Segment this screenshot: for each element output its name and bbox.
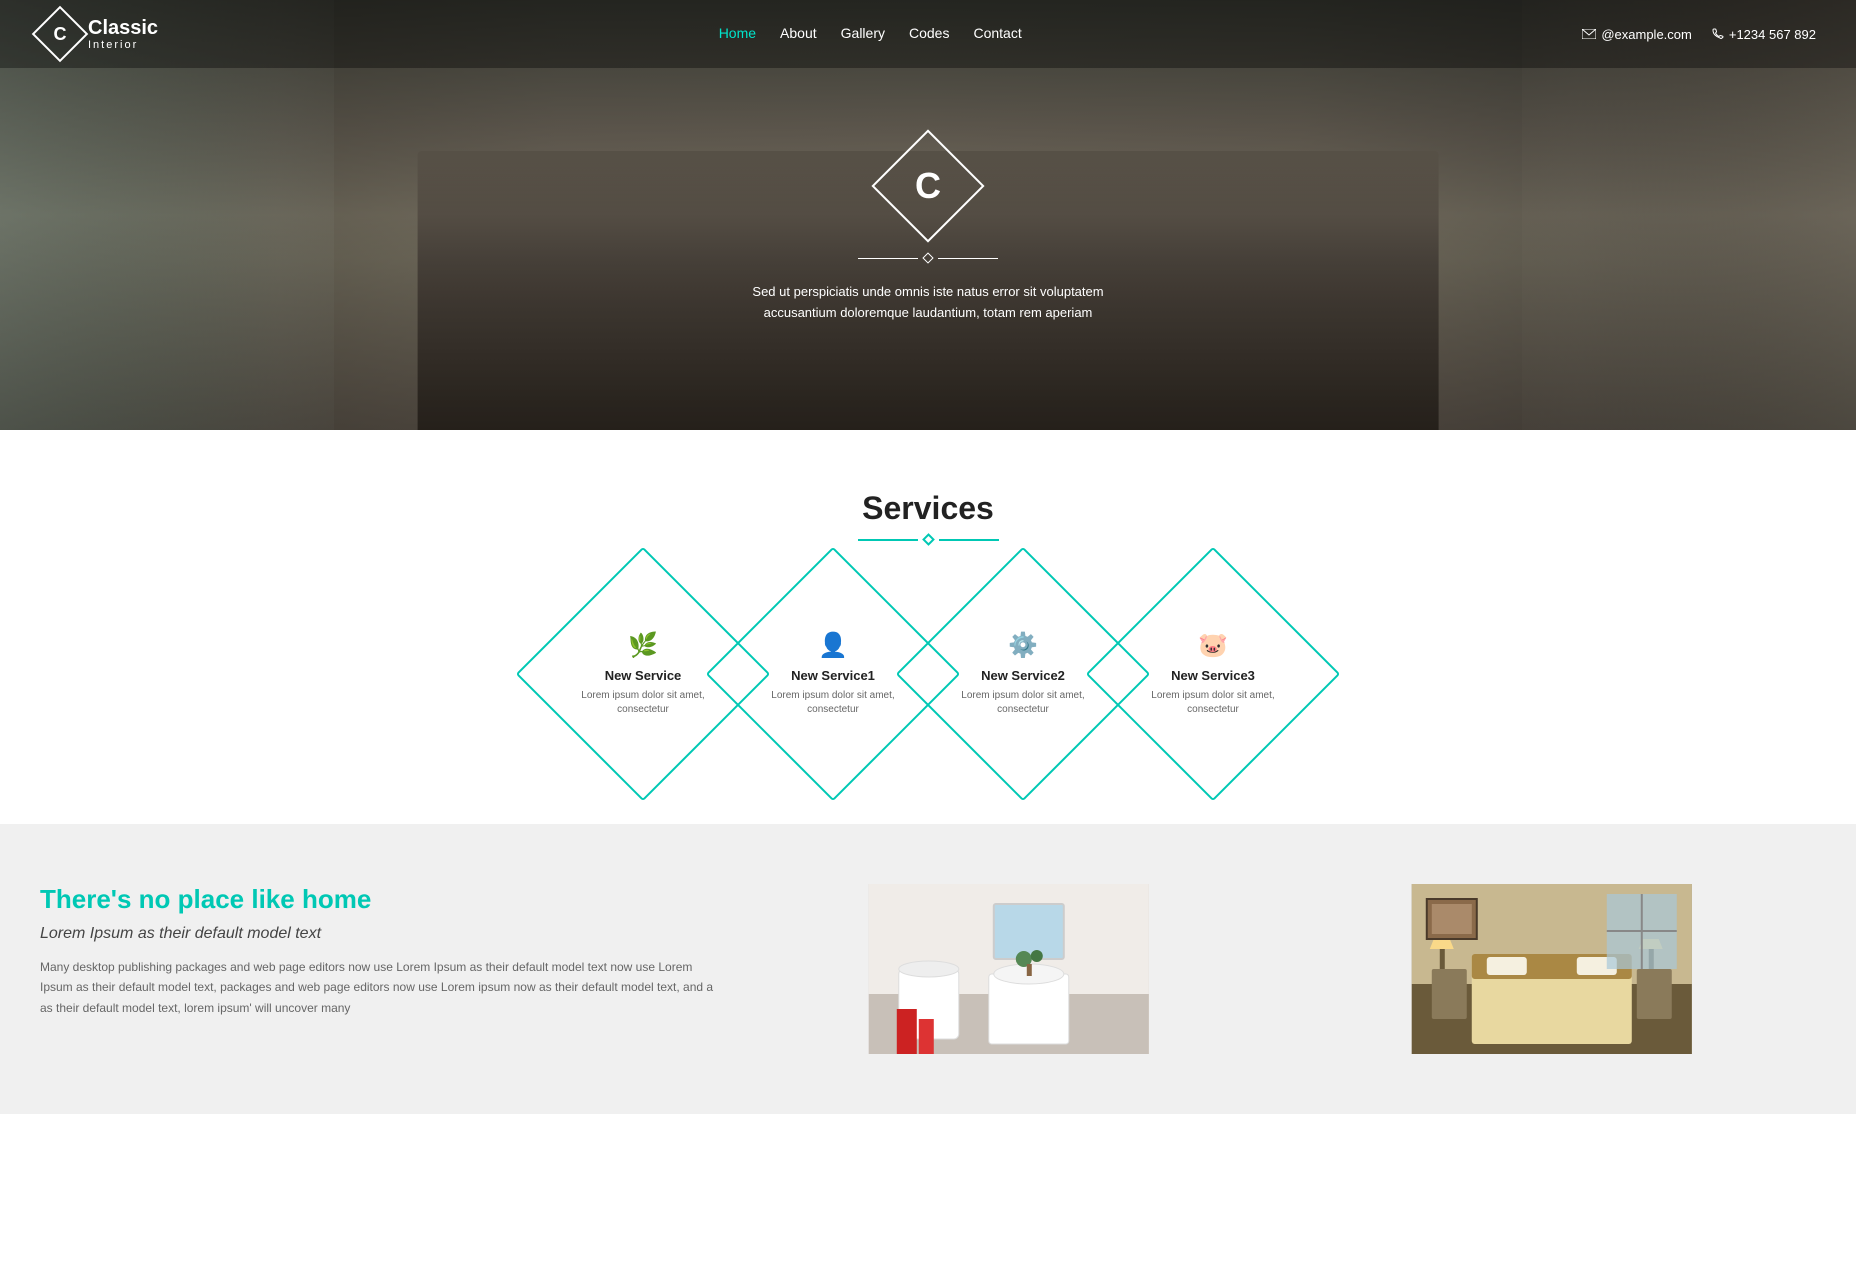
hotel-svg [1288, 884, 1816, 1054]
home-section: There's no place like home Lorem Ipsum a… [0, 824, 1856, 1114]
nav-item-about[interactable]: About [780, 25, 817, 43]
home-title: There's no place like home [40, 884, 715, 915]
hero-logo-diamond: C [871, 130, 984, 243]
service-name-2: New Service2 [981, 668, 1065, 683]
hero-tagline: Sed ut perspiciatis unde omnis iste natu… [738, 282, 1118, 324]
service-icon-3: 🐷 [1198, 631, 1228, 660]
service-desc-3: Lorem ipsum dolor sit amet, consectetur [1143, 689, 1283, 717]
hero-divider-line-left [858, 258, 918, 259]
logo-letter: C [54, 24, 67, 45]
service-icon-2: ⚙️ [1008, 631, 1038, 660]
nav-item-home[interactable]: Home [719, 25, 756, 43]
hero-divider-diamond [922, 253, 933, 264]
service-desc-0: Lorem ipsum dolor sit amet, consectetur [573, 689, 713, 717]
service-icon-0: 🌿 [628, 631, 658, 660]
nav-item-contact[interactable]: Contact [973, 25, 1021, 43]
divider-line-right [939, 539, 999, 541]
hero-divider-line-right [938, 258, 998, 259]
logo-text: Classic Interior [88, 17, 158, 51]
nav-contact: @example.com +1234 567 892 [1582, 27, 1816, 42]
phone-icon [1712, 28, 1724, 40]
service-desc-2: Lorem ipsum dolor sit amet, consectetur [953, 689, 1093, 717]
nav-links: Home About Gallery Codes Contact [719, 25, 1022, 43]
hotel-image [1288, 884, 1816, 1054]
services-title: Services [40, 490, 1816, 527]
divider-diamond [922, 533, 935, 546]
nav-phone: +1234 567 892 [1712, 27, 1816, 42]
logo[interactable]: C Classic Interior [40, 14, 158, 54]
logo-diamond: C [32, 6, 89, 63]
service-name-1: New Service1 [791, 668, 875, 683]
nav-item-codes[interactable]: Codes [909, 25, 949, 43]
nav-item-gallery[interactable]: Gallery [841, 25, 885, 43]
home-subtitle: Lorem Ipsum as their default model text [40, 925, 715, 943]
service-name-0: New Service [605, 668, 682, 683]
services-divider [40, 535, 1816, 544]
services-grid: 🌿 New Service Lorem ipsum dolor sit amet… [40, 584, 1816, 764]
service-desc-1: Lorem ipsum dolor sit amet, consectetur [763, 689, 903, 717]
bathroom-svg [745, 884, 1273, 1054]
hero-divider [858, 254, 998, 262]
home-images [745, 884, 1816, 1054]
services-section: Services 🌿 New Service Lorem ipsum dolor… [0, 430, 1856, 824]
service-icon-1: 👤 [818, 631, 848, 660]
nav-email: @example.com [1582, 27, 1692, 42]
home-text: There's no place like home Lorem Ipsum a… [40, 884, 715, 1018]
email-icon [1582, 29, 1596, 39]
service-card-3[interactable]: 🐷 New Service3 Lorem ipsum dolor sit ame… [1123, 584, 1303, 764]
home-body: Many desktop publishing packages and web… [40, 957, 715, 1018]
brand-name: Classic [88, 17, 158, 39]
bathroom-image [745, 884, 1273, 1054]
hero-logo-letter: C [915, 165, 941, 207]
divider-line-left [858, 539, 918, 541]
navbar: C Classic Interior Home About Gallery Co… [0, 0, 1856, 68]
service-name-3: New Service3 [1171, 668, 1255, 683]
brand-subtitle: Interior [88, 39, 158, 51]
